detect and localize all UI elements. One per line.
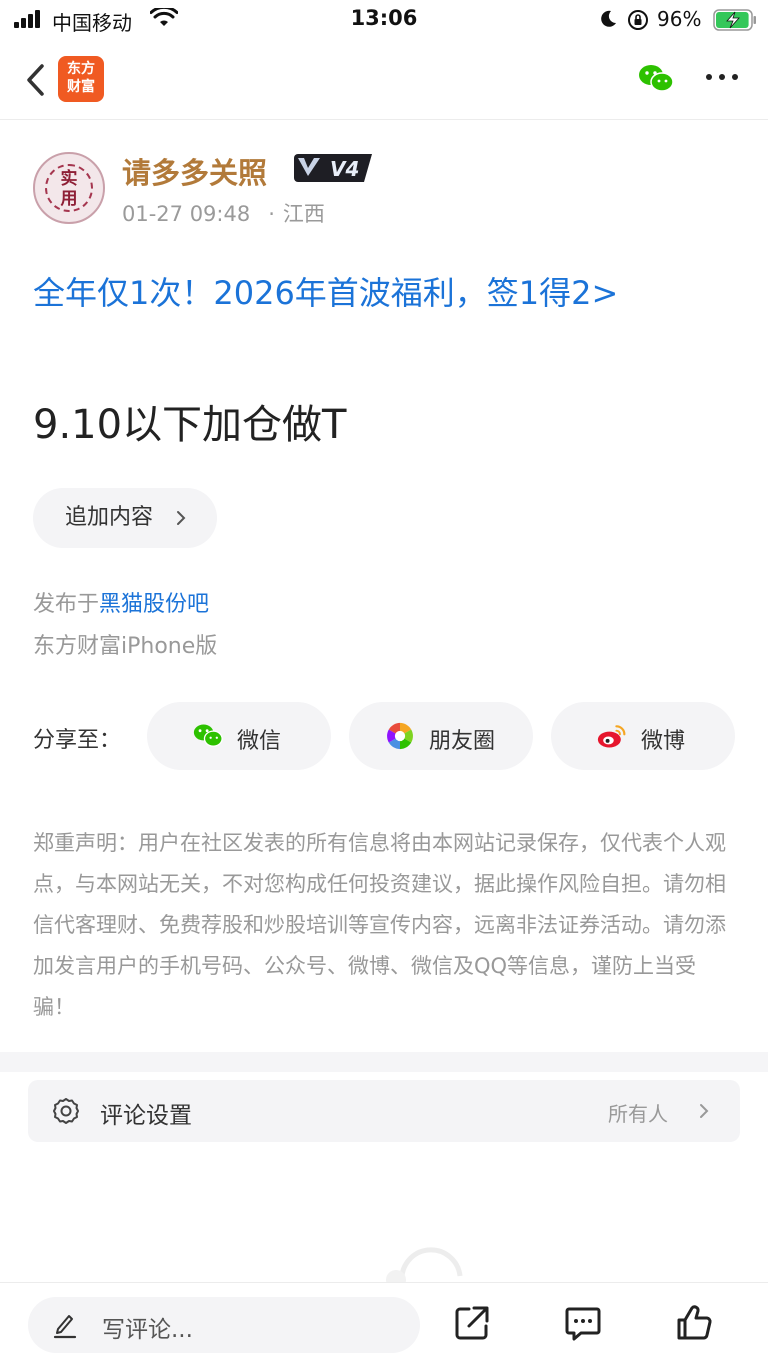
share-wechat-button[interactable]: 微信 [147, 702, 331, 770]
level-badge: V4 [294, 154, 372, 182]
post-location: 江西 [282, 202, 325, 226]
post-meta: 01-27 09:48 · 江西 [122, 198, 325, 228]
post-body: 9.10以下加仓做T [33, 402, 347, 448]
share-weibo-label: 微博 [641, 729, 686, 754]
share-weibo-button[interactable]: 微博 [551, 702, 735, 770]
section-divider [0, 1052, 768, 1072]
comment-input[interactable]: 写评论... [28, 1297, 420, 1353]
share-moments-label: 朋友圈 [429, 729, 496, 754]
share-wechat-label: 微信 [237, 729, 282, 754]
comment-icon[interactable] [563, 1303, 603, 1343]
append-content-button[interactable]: 追加内容 [33, 488, 217, 548]
clock: 13:06 [350, 6, 418, 30]
more-dots-icon[interactable] [704, 70, 740, 84]
bottom-bar: 写评论... [0, 1282, 768, 1366]
weibo-icon [597, 725, 626, 748]
app-logo-line2: 财富 [67, 79, 95, 95]
moon-icon [601, 10, 616, 27]
promo-link[interactable]: 全年仅1次！2026年首波福利，签1得2> [33, 268, 618, 314]
post-date: 01-27 09:48 [122, 202, 251, 226]
battery-percent: 96% [657, 7, 702, 31]
append-content-label: 追加内容 [65, 505, 154, 530]
gear-icon [53, 1098, 79, 1124]
share-out-icon[interactable] [452, 1303, 492, 1343]
avatar[interactable]: 实 用 [33, 152, 105, 224]
forum-link[interactable]: 黑猫股份吧 [99, 592, 209, 617]
meta-dot: · [268, 202, 275, 226]
pen-icon [53, 1315, 77, 1339]
rotation-lock-icon [628, 10, 648, 30]
author-name[interactable]: 请多多关照 [122, 150, 267, 192]
loading-indicator-icon [386, 1247, 463, 1286]
back-arrow-icon[interactable] [22, 60, 50, 100]
app-logo[interactable]: 东方 财富 [58, 56, 104, 102]
share-label: 分享至： [33, 728, 122, 753]
avatar-seal: 实 用 [45, 164, 93, 212]
status-bar: 中国移动 13:06 96% [0, 0, 768, 40]
battery-charging-icon [713, 9, 756, 31]
client-source: 东方财富iPhone版 [33, 634, 218, 659]
comment-setting-row[interactable]: 评论设置 所有人 [28, 1080, 740, 1142]
chevron-right-icon [700, 1104, 709, 1118]
comment-setting-value: 所有人 [608, 1102, 668, 1126]
moments-icon [387, 722, 413, 750]
wechat-icon [193, 724, 223, 747]
published-in: 发布于黑猫股份吧 [33, 586, 209, 618]
like-icon[interactable] [674, 1303, 714, 1343]
level-badge-text: V4 [330, 157, 359, 181]
comment-setting-label: 评论设置 [100, 1103, 192, 1129]
disclaimer: 郑重声明：用户在社区发表的所有信息将由本网站记录保存，仅代表个人观点，与本网站无… [33, 831, 726, 1019]
wechat-icon[interactable] [638, 64, 674, 94]
avatar-char-2: 用 [60, 189, 78, 209]
nav-bar: 东方 财富 [0, 40, 768, 120]
avatar-char-1: 实 [60, 169, 78, 189]
chevron-right-icon [177, 511, 186, 525]
share-moments-button[interactable]: 朋友圈 [349, 702, 533, 770]
published-prefix: 发布于 [33, 592, 100, 617]
comment-placeholder: 写评论... [102, 1317, 193, 1343]
app-logo-line1: 东方 [67, 61, 95, 77]
